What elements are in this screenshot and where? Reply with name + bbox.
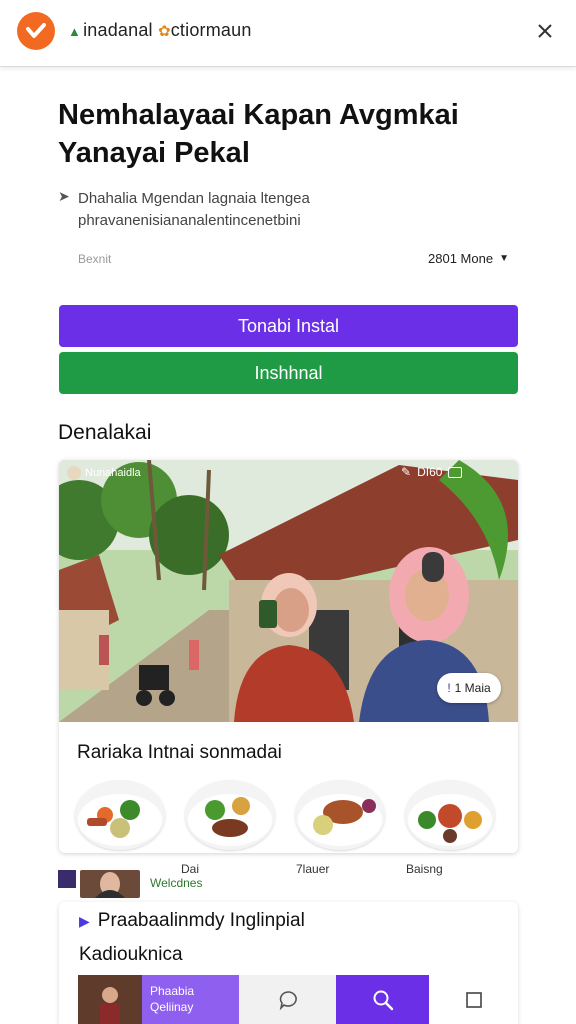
featured-card[interactable]: Nunahaidla ✎ DI60 ǃ 1 Maia Rariaka Intna… xyxy=(59,460,518,853)
dish-image[interactable] xyxy=(75,780,165,850)
app-name-part1: inadanal xyxy=(83,20,153,40)
meta-left-label: Bexnit xyxy=(78,252,112,266)
nav-search-button[interactable] xyxy=(336,975,429,1024)
install-secondary-button[interactable]: Inshhnal xyxy=(59,352,518,394)
app-name-part2: ctiormaun xyxy=(170,20,252,40)
play-icon: ▶ xyxy=(79,912,90,929)
dish-row xyxy=(75,780,518,852)
search-icon xyxy=(373,990,393,1010)
dish-label: Baisng xyxy=(406,862,443,876)
top-app-bar: ▲ inadanal ✿ctiormaun xyxy=(0,0,576,67)
bottom-card-subtitle: Kadiouknica xyxy=(79,944,183,965)
dish-image[interactable] xyxy=(185,780,275,850)
dish-image[interactable] xyxy=(405,780,495,850)
scene-badge-button[interactable]: ǃ 1 Maia xyxy=(437,673,501,703)
install-primary-button[interactable]: Tonabi Instal xyxy=(59,305,518,347)
flower-icon: ✿ xyxy=(157,23,171,40)
close-icon xyxy=(538,24,552,38)
chat-icon xyxy=(279,990,297,1010)
promo-text: Phaabia Qeliinay xyxy=(150,983,194,1015)
mini-label: Welcdnes xyxy=(150,876,203,890)
square-icon xyxy=(465,991,482,1008)
pen-icon: ✎ xyxy=(401,465,412,479)
nav-chat-button[interactable] xyxy=(239,975,336,1024)
bottom-card: ▶ Praabaalinmdy Inglinpial Kadiouknica P… xyxy=(59,902,518,1024)
app-name: ▲ inadanal ✿ctiormaun xyxy=(68,20,252,41)
nav-square-button[interactable] xyxy=(429,975,518,1024)
bottom-nav: Phaabia Qeliinay xyxy=(78,975,518,1024)
bookmark-icon[interactable] xyxy=(58,870,76,888)
meta-dropdown[interactable]: 2801 Mone ▼ xyxy=(428,251,509,266)
dish-label: Dai xyxy=(181,862,200,876)
scene-badge-label: 1 Maia xyxy=(454,681,491,695)
scene-chip-left: Nunahaidla xyxy=(67,466,141,480)
promo-line1: Phaabia xyxy=(150,984,195,998)
meta-dropdown-label: 2801 Mone xyxy=(428,251,494,266)
page-title: Nemhalayaai Kapan Avgmkai Yanayai Pekal xyxy=(58,99,459,169)
triangle-icon: ▲ xyxy=(68,24,82,39)
bottom-card-title: ▶ Praabaalinmdy Inglinpial xyxy=(79,910,305,932)
scene-chip-right-label: DI60 xyxy=(417,465,443,479)
scene-chip-right: ✎ DI60 xyxy=(401,465,463,479)
close-button[interactable] xyxy=(530,16,560,46)
scene-chip-left-label: Nunahaidla xyxy=(85,467,141,479)
dish-image[interactable] xyxy=(295,780,385,850)
avatar xyxy=(67,466,81,480)
app-logo-icon xyxy=(17,12,55,50)
section-title: Denalakai xyxy=(58,421,152,444)
promo-line2: Qeliinay xyxy=(150,1000,194,1014)
caret-down-icon: ▼ xyxy=(499,253,509,264)
cast-icon xyxy=(448,466,463,478)
avatar-thumbnail[interactable] xyxy=(80,870,140,898)
pin-icon: ǃ xyxy=(447,681,451,695)
bottom-card-title-label: Praabaalinmdy Inglinpial xyxy=(97,910,305,931)
dish-label: 7lauer xyxy=(296,862,330,876)
promo-thumbnail xyxy=(78,975,142,1024)
nav-promo-item[interactable]: Phaabia Qeliinay xyxy=(78,975,239,1024)
card-caption: Rariaka Intnai sonmadai xyxy=(77,742,282,763)
page-description: Dhahalia Mgendan lagnaia ltengea phravan… xyxy=(78,190,310,229)
arrow-icon: ➤ xyxy=(58,188,70,204)
